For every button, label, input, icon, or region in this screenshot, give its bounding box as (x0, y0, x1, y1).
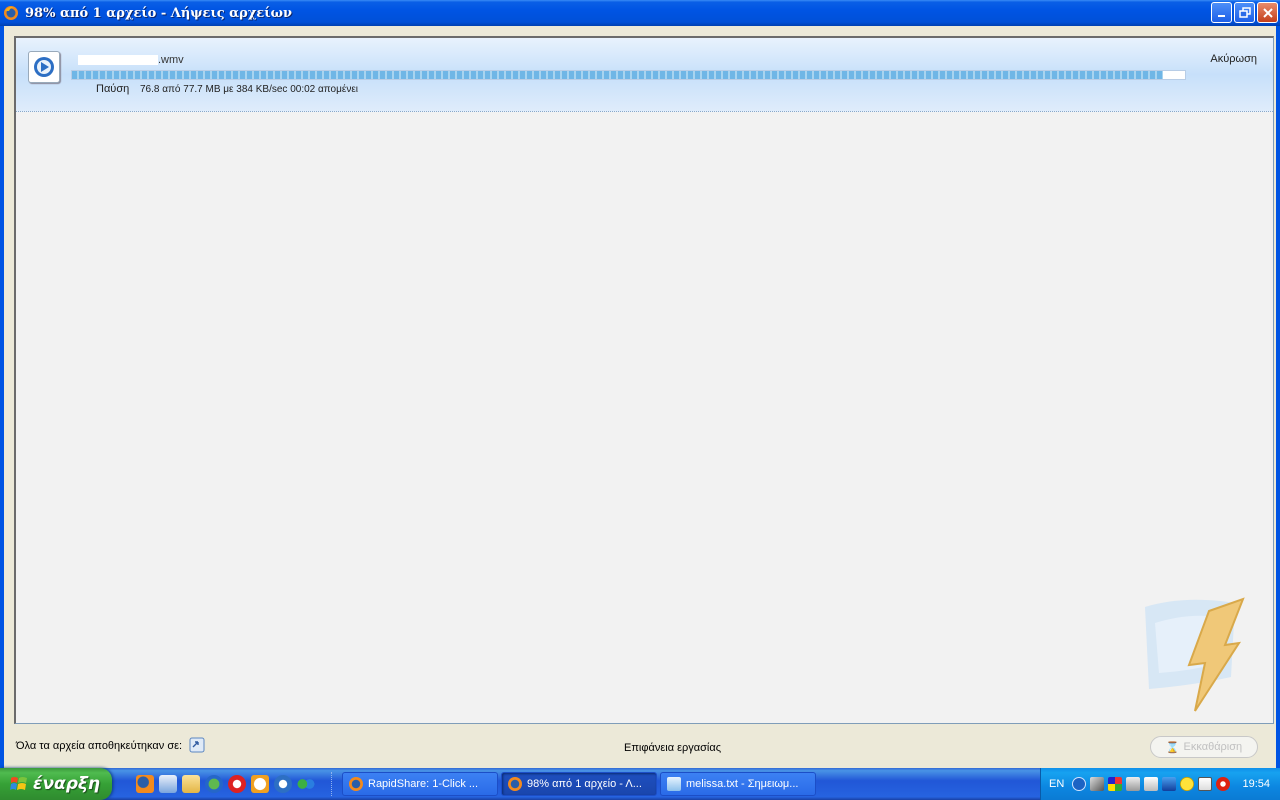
start-label: έναρξη (33, 774, 101, 794)
task-buttons: RapidShare: 1-Click ... 98% από 1 αρχείο… (342, 772, 816, 796)
task-label: RapidShare: 1-Click ... (368, 778, 479, 790)
system-tray: EN 19:54 (1040, 768, 1280, 800)
task-button-rapidshare[interactable]: RapidShare: 1-Click ... (342, 772, 498, 796)
show-hidden-icons-icon[interactable] (1072, 777, 1087, 791)
minimize-button[interactable] (1211, 2, 1232, 23)
task-label: 98% από 1 αρχείο - Λ... (527, 778, 642, 790)
network-icon[interactable] (1144, 777, 1159, 791)
taskbar-separator (331, 772, 334, 796)
globe-icon[interactable] (205, 775, 223, 793)
smiley-icon[interactable] (1180, 777, 1195, 791)
cancel-link[interactable]: Ακύρωση (1210, 53, 1257, 65)
opera-icon[interactable] (228, 775, 246, 793)
firefox-icon (508, 777, 522, 791)
task-button-downloads[interactable]: 98% από 1 αρχείο - Λ... (501, 772, 657, 796)
downloads-window: .wmv Παύση 76.8 από 77.7 MB με 384 KB/se… (0, 26, 1280, 768)
start-button[interactable]: έναρξη (0, 768, 112, 800)
phone-icon[interactable] (1126, 777, 1141, 791)
firefox-icon[interactable] (136, 775, 154, 793)
download-status: 76.8 από 77.7 MB με 384 KB/sec 00:02 απο… (140, 84, 359, 95)
pause-link[interactable]: Παύση (96, 83, 129, 95)
progress-bar (71, 70, 1186, 80)
file-extension: .wmv (158, 54, 184, 66)
language-indicator[interactable]: EN (1049, 778, 1064, 790)
taskbar: έναρξη RapidShare: 1-Click ... 98% από 1… (0, 768, 1280, 800)
broom-icon: ⌛ (1165, 741, 1180, 754)
windows-flag-icon (10, 777, 27, 790)
quick-launch (136, 775, 315, 793)
downloads-list: .wmv Παύση 76.8 από 77.7 MB με 384 KB/se… (14, 36, 1274, 724)
downloads-watermark-icon (1145, 597, 1245, 712)
download-item[interactable]: .wmv Παύση 76.8 από 77.7 MB με 384 KB/se… (16, 38, 1273, 112)
saved-to-label: Όλα τα αρχεία αποθηκεύτηκαν σε: (16, 740, 183, 752)
destination-folder[interactable]: Επιφάνεια εργασίας (624, 742, 721, 754)
title-bar: 98% από 1 αρχείο - Λήψεις αρχείων (0, 0, 1280, 26)
display-icon[interactable] (1162, 777, 1177, 791)
task-label: melissa.txt - Σημειωμ... (686, 778, 799, 790)
outlook-express-icon[interactable] (159, 775, 177, 793)
close-button[interactable] (1257, 2, 1278, 23)
clock: 19:54 (1242, 778, 1270, 790)
clear-list-button[interactable]: ⌛ Εκκαθάριση (1150, 736, 1258, 758)
window-title: 98% από 1 αρχείο - Λήψεις αρχείων (25, 5, 292, 21)
folder-icon[interactable] (182, 775, 200, 793)
redacted-filename (78, 55, 158, 66)
clear-list-label: Εκκαθάριση (1183, 741, 1243, 753)
pen-icon[interactable] (1090, 777, 1105, 791)
shield-icon[interactable] (1198, 777, 1213, 791)
security-shield-icon[interactable] (1216, 777, 1231, 791)
open-folder-icon[interactable] (189, 737, 205, 753)
firefox-icon (349, 777, 363, 791)
window-footer: Όλα τα αρχεία αποθηκεύτηκαν σε: Επιφάνει… (4, 724, 1276, 768)
file-name: .wmv (78, 54, 184, 66)
firefox-icon (2, 4, 20, 22)
clock-icon[interactable] (251, 775, 269, 793)
media-file-icon (28, 51, 60, 83)
notepad-icon (667, 777, 681, 791)
messenger-icon[interactable] (297, 775, 315, 793)
color-blocks-icon[interactable] (1108, 777, 1123, 791)
restore-button[interactable] (1234, 2, 1255, 23)
task-button-notepad[interactable]: melissa.txt - Σημειωμ... (660, 772, 816, 796)
media-player-icon[interactable] (274, 775, 292, 793)
progress-fill (72, 71, 1163, 79)
